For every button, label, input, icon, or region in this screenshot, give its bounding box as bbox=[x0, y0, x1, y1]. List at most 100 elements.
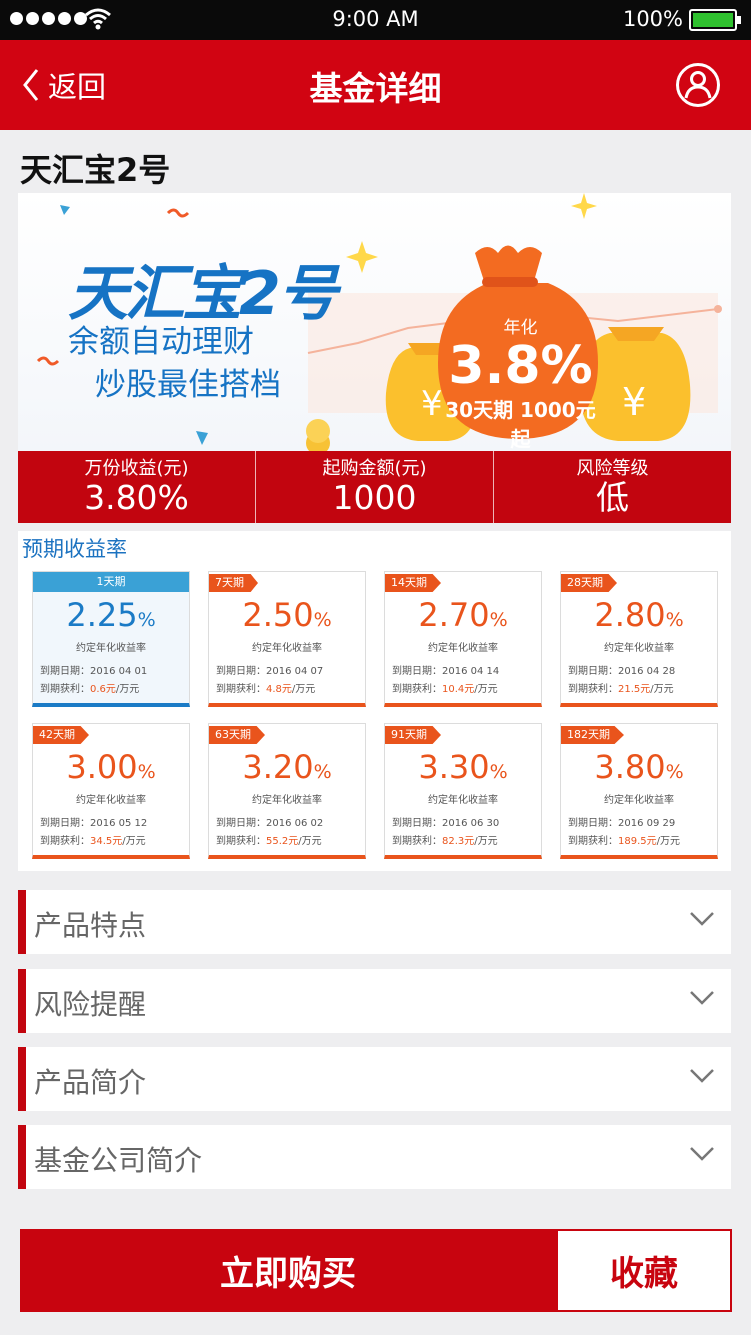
due-date: 到期日期：2016 06 30 bbox=[392, 814, 499, 829]
income-prefix: 到期获利： bbox=[568, 836, 618, 847]
income: 到期获利：21.5元/万元 bbox=[568, 680, 674, 695]
term-tag: 42天期 bbox=[33, 726, 89, 744]
income-value: 82.3元 bbox=[442, 836, 475, 847]
due-date: 到期日期：2016 04 14 bbox=[392, 662, 499, 677]
rate-caption: 约定年化收益率 bbox=[76, 795, 146, 806]
due-date: 到期日期：2016 09 29 bbox=[568, 814, 675, 829]
income-prefix: 到期获利： bbox=[40, 684, 90, 695]
rate-number: 3.00 bbox=[66, 748, 138, 786]
rate-card[interactable]: 182天期 3.80% 约定年化收益率 到期日期：2016 09 29 到期获利：189… bbox=[560, 723, 718, 859]
income-value: 189.5元 bbox=[618, 836, 657, 847]
income-prefix: 到期获利： bbox=[392, 836, 442, 847]
rate-unit: % bbox=[665, 761, 684, 783]
rate-caption: 约定年化收益率 bbox=[604, 795, 674, 806]
rate-caption: 约定年化收益率 bbox=[428, 643, 498, 654]
rate-caption: 约定年化收益率 bbox=[428, 795, 498, 806]
income: 到期获利：189.5元/万元 bbox=[568, 832, 680, 847]
due-prefix: 到期日期： bbox=[392, 818, 442, 829]
due-prefix: 到期日期： bbox=[40, 666, 90, 677]
nav-bar: 返回 基金详细 bbox=[0, 40, 751, 130]
stat-label: 万份收益(元) bbox=[84, 458, 189, 479]
term-tag: 14天期 bbox=[385, 574, 441, 592]
expected-yield-panel: 预期收益率 1天期 2.25% 约定年化收益率 到期日期：2016 04 01 到期获利… bbox=[18, 531, 731, 871]
fund-stats: 万份收益(元) 3.80% 起购金额(元) 1000 风险等级 低 bbox=[18, 451, 731, 523]
bag-rate: 3.8% bbox=[448, 336, 593, 396]
svg-text:¥: ¥ bbox=[622, 380, 646, 424]
stat-risk-level: 风险等级 低 bbox=[494, 451, 731, 523]
section-product-intro[interactable]: 产品简介 bbox=[18, 1047, 731, 1111]
chevron-down-icon bbox=[690, 991, 714, 1005]
income-suffix: /万元 bbox=[291, 684, 316, 695]
due-value: 2016 04 07 bbox=[266, 666, 324, 677]
due-value: 2016 06 02 bbox=[266, 818, 324, 829]
income-prefix: 到期获利： bbox=[40, 836, 90, 847]
user-icon[interactable] bbox=[675, 62, 721, 108]
bag-sub: 30天期 1000元起 bbox=[445, 398, 596, 451]
rate-value: 2.80% bbox=[561, 596, 717, 634]
due-prefix: 到期日期： bbox=[568, 818, 618, 829]
income: 到期获利：34.5元/万元 bbox=[40, 832, 146, 847]
income-suffix: /万元 bbox=[298, 836, 322, 847]
due-prefix: 到期日期： bbox=[216, 818, 266, 829]
back-label: 返回 bbox=[48, 70, 107, 104]
income-value: 10.4元 bbox=[442, 684, 475, 695]
income-suffix: /万元 bbox=[474, 836, 498, 847]
slogan-line-2: 炒股最佳搭档 bbox=[95, 367, 281, 403]
banner-slogan: 余额自动理财 炒股最佳搭档 bbox=[68, 321, 281, 407]
stat-value: 1000 bbox=[332, 478, 417, 517]
rate-unit: % bbox=[137, 609, 156, 631]
term-tag: 1天期 bbox=[33, 572, 189, 592]
rate-unit: % bbox=[313, 609, 332, 631]
due-value: 2016 04 28 bbox=[618, 666, 676, 677]
rate-number: 2.25 bbox=[66, 596, 138, 634]
section-company-intro[interactable]: 基金公司简介 bbox=[18, 1125, 731, 1189]
rate-card[interactable]: 7天期 2.50% 约定年化收益率 到期日期：2016 04 07 到期获利：4.8元/… bbox=[208, 571, 366, 707]
rate-value: 3.80% bbox=[561, 748, 717, 786]
rate-card[interactable]: 63天期 3.20% 约定年化收益率 到期日期：2016 06 02 到期获利：55.2… bbox=[208, 723, 366, 859]
income-suffix: /万元 bbox=[115, 684, 140, 695]
rate-number: 3.80 bbox=[594, 748, 666, 786]
income-value: 4.8元 bbox=[266, 684, 292, 695]
due-date: 到期日期：2016 04 07 bbox=[216, 662, 323, 677]
rate-value: 2.70% bbox=[385, 596, 541, 634]
rate-card[interactable]: 91天期 3.30% 约定年化收益率 到期日期：2016 06 30 到期获利：82.3… bbox=[384, 723, 542, 859]
income-suffix: /万元 bbox=[122, 836, 146, 847]
income-value: 55.2元 bbox=[266, 836, 299, 847]
due-date: 到期日期：2016 05 12 bbox=[40, 814, 147, 829]
due-value: 2016 05 12 bbox=[90, 818, 148, 829]
chevron-down-icon bbox=[690, 1147, 714, 1161]
favorite-button[interactable]: 收藏 bbox=[556, 1229, 732, 1312]
due-prefix: 到期日期： bbox=[392, 666, 442, 677]
section-label: 产品特点 bbox=[34, 909, 147, 942]
income-prefix: 到期获利： bbox=[216, 836, 266, 847]
income-suffix: /万元 bbox=[656, 836, 681, 847]
income-prefix: 到期获利： bbox=[568, 684, 618, 695]
rate-value: 2.50% bbox=[209, 596, 365, 634]
rate-caption: 约定年化收益率 bbox=[252, 795, 322, 806]
section-risk-warning[interactable]: 风险提醒 bbox=[18, 969, 731, 1033]
battery-percent: 100% bbox=[622, 7, 683, 31]
term-tag: 63天期 bbox=[209, 726, 265, 744]
section-label: 产品简介 bbox=[34, 1066, 147, 1099]
chevron-down-icon bbox=[690, 1069, 714, 1083]
rate-number: 2.50 bbox=[242, 596, 314, 634]
due-value: 2016 09 29 bbox=[618, 818, 676, 829]
fund-name: 天汇宝2号 bbox=[20, 151, 171, 189]
section-product-features[interactable]: 产品特点 bbox=[18, 890, 731, 954]
buy-now-button[interactable]: 立即购买 bbox=[20, 1229, 556, 1312]
term-tag: 91天期 bbox=[385, 726, 441, 744]
rate-card[interactable]: 42天期 3.00% 约定年化收益率到期日期：2016 05 12 到期获利：34.5… bbox=[32, 723, 190, 859]
rate-unit: % bbox=[665, 609, 684, 631]
income: 到期获利：82.3元/万元 bbox=[392, 832, 498, 847]
stat-min-amount: 起购金额(元) 1000 bbox=[256, 451, 494, 523]
back-button[interactable]: 返回 bbox=[22, 64, 106, 106]
rate-card[interactable]: 28天期 2.80% 约定年化收益率 到期日期：2016 04 28 到期获利：21.5… bbox=[560, 571, 718, 707]
due-value: 2016 04 01 bbox=[90, 666, 148, 677]
rate-card[interactable]: 14天期 2.70% 约定年化收益率 到期日期：2016 04 14 到期获利：10.4… bbox=[384, 571, 542, 707]
rate-value: 3.00% bbox=[33, 748, 189, 786]
stat-label: 起购金额(元) bbox=[322, 458, 427, 479]
rate-unit: % bbox=[489, 761, 508, 783]
stat-label: 风险等级 bbox=[576, 458, 649, 479]
promo-banner: ¥ ¥ 天汇宝2号 余额自动理财 炒股最佳搭档 年化 3.8% 30天期 100… bbox=[18, 193, 731, 452]
rate-card[interactable]: 1天期 2.25% 约定年化收益率 到期日期：2016 04 01 到期获利：0.6元/… bbox=[32, 571, 190, 707]
